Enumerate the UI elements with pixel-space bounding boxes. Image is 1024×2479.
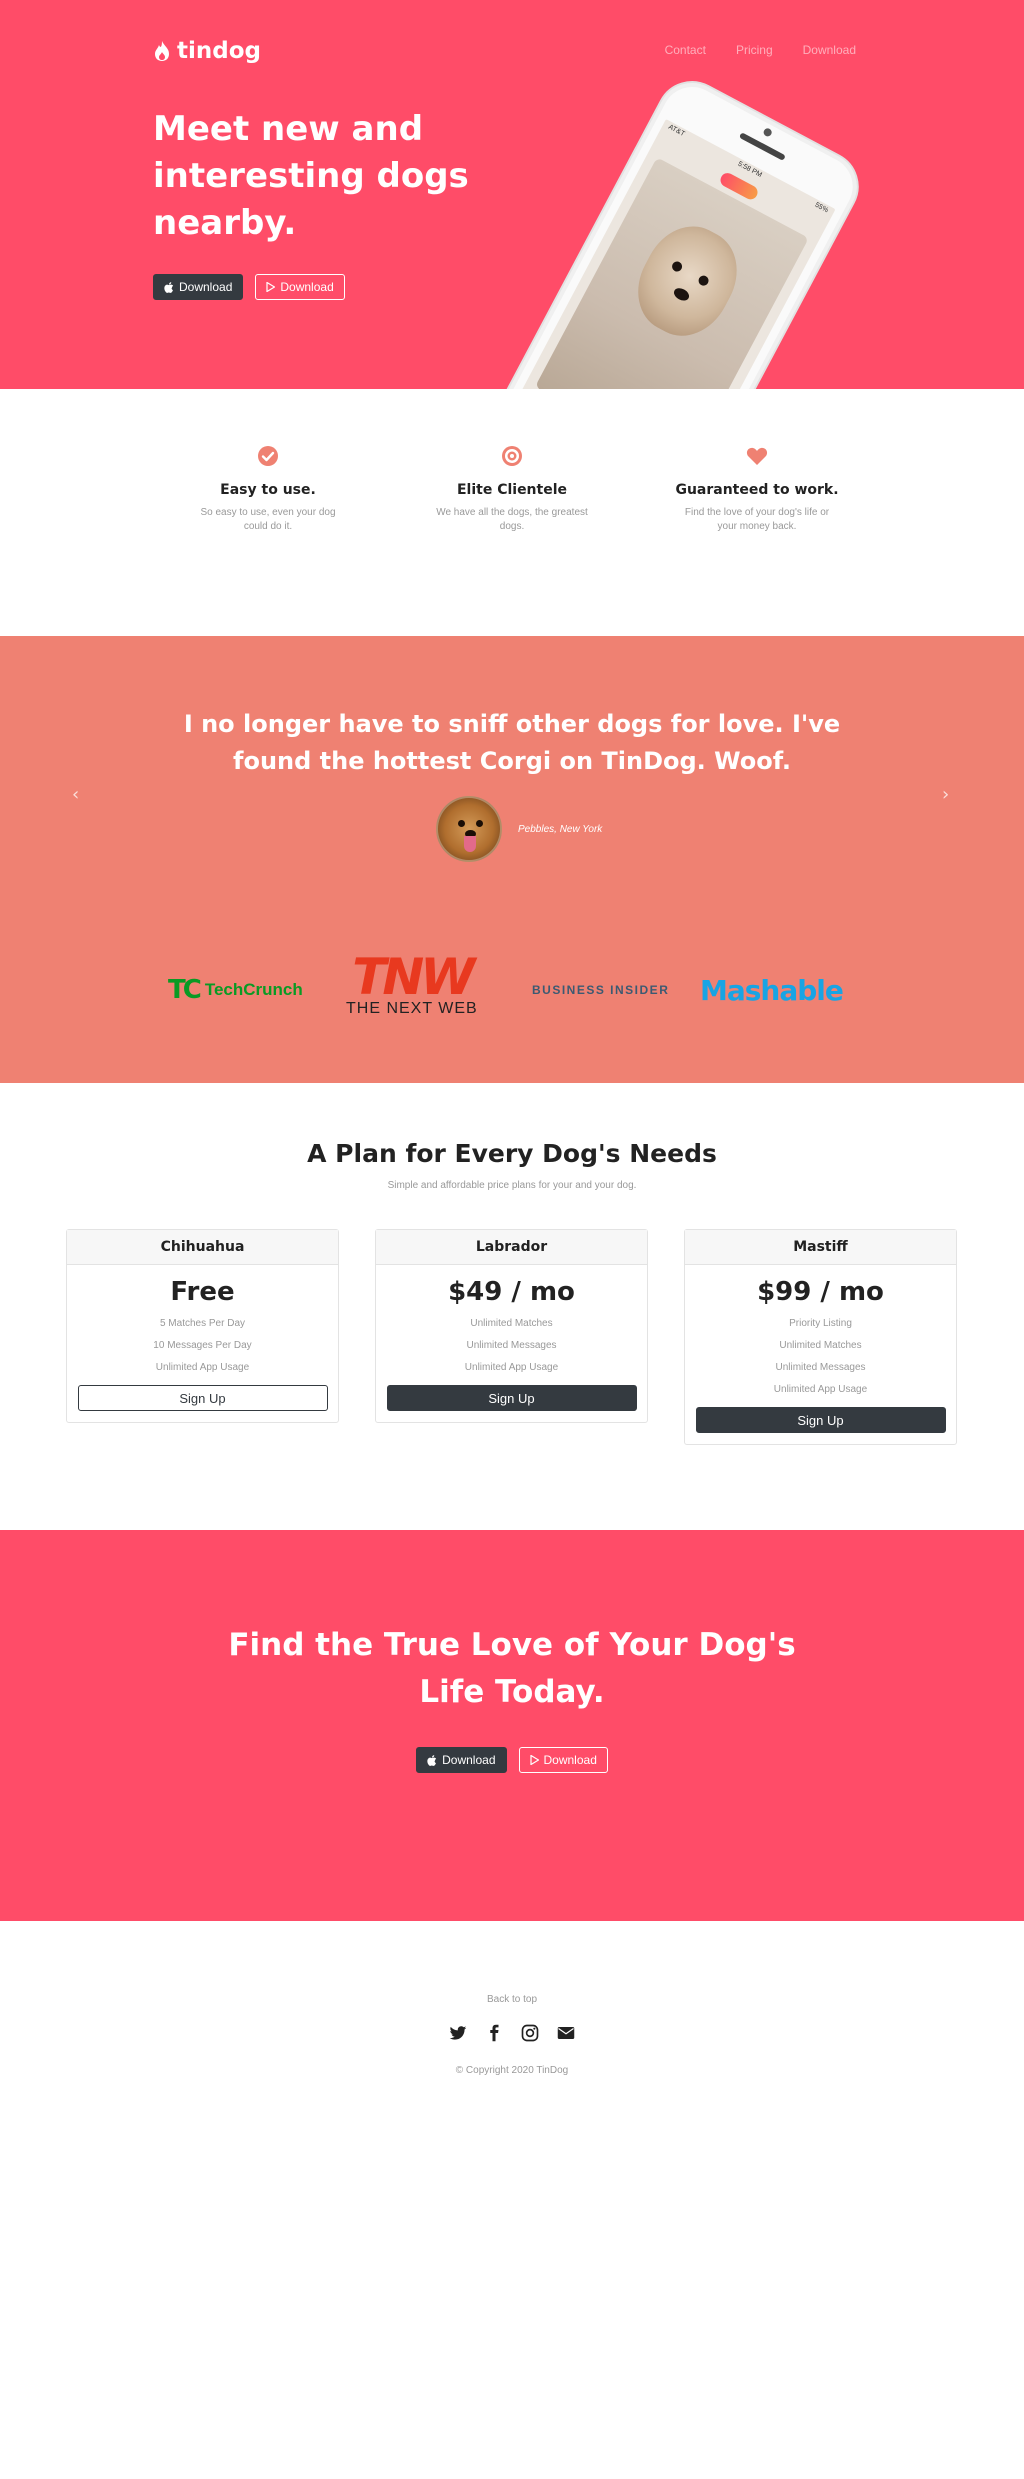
dog-eye-left [670,259,684,274]
plan-price: Free [170,1277,235,1307]
top-nav: Contact Pricing Download [665,43,856,57]
sign-up-button[interactable]: Sign Up [77,1385,328,1411]
plan-feature: 5 Matches Per Day [159,1318,246,1329]
sign-up-button[interactable]: Sign Up [695,1407,946,1433]
tnw-mark: TNW [352,948,475,1006]
avatar-eye-right [476,820,483,827]
apple-download-button[interactable]: Download [153,274,244,300]
facebook-icon[interactable] [485,2024,503,2042]
avatar-tongue [464,836,476,852]
hero-headline: Meet new and interesting dogs nearby. [153,109,469,243]
feature-elite: Elite Clientele We have all the dogs, th… [422,445,602,534]
pricing-subtitle: Simple and affordable price plans for yo… [387,1180,637,1191]
feature-easy: Easy to use. So easy to use, even your d… [178,445,358,534]
plan-feature: Unlimited App Usage [464,1362,559,1373]
brand-logo[interactable]: tindog [153,38,261,64]
testimonial-avatar [436,796,502,862]
plan-price: $49 / mo [448,1277,575,1307]
testimonial-section: ‹ › I no longer have to sniff other dogs… [0,636,1024,1083]
social-links [0,2024,1024,2042]
nav-link-download[interactable]: Download [803,43,856,57]
plan-feature: Unlimited App Usage [155,1362,250,1373]
plan-feature: Unlimited Messages [775,1362,866,1373]
feature-text: We have all the dogs, the greatest dogs. [436,507,588,532]
twitter-icon[interactable] [449,2024,467,2042]
carousel-next-arrow[interactable]: › [942,784,949,805]
nav-link-pricing[interactable]: Pricing [736,43,773,57]
plan-feature: Unlimited Messages [466,1340,557,1351]
bullseye-icon [502,446,522,466]
phone-speaker [738,132,786,161]
play-download-button[interactable]: Download [255,274,345,300]
cta-buttons: Download Download [0,1747,1024,1773]
envelope-icon[interactable] [557,2024,575,2042]
phone-screen: AT&T 5:58 PM 55% [511,119,836,389]
play-store-icon [266,282,276,292]
hero-buttons: Download Download [153,274,345,300]
tnw-text: THE NEXT WEB [346,1000,478,1017]
features-section: Easy to use. So easy to use, even your d… [0,389,1024,636]
apple-icon [427,1754,437,1766]
carousel-prev-arrow[interactable]: ‹ [72,784,79,805]
pricing-section: A Plan for Every Dog's Needs Simple and … [0,1083,1024,1530]
testimonial-quote: I no longer have to sniff other dogs for… [183,710,841,775]
avatar-eye-left [458,820,465,827]
play-download-label: Download [280,280,334,294]
feature-title: Guaranteed to work. [675,482,839,498]
feature-guaranteed: Guaranteed to work. Find the love of you… [667,445,847,534]
feature-title: Easy to use. [220,482,316,498]
cta-headline: Find the True Love of Your Dog's Life To… [228,1627,796,1710]
play-download-button[interactable]: Download [518,1747,608,1773]
back-to-top-link[interactable]: Back to top [0,1994,1024,2005]
feature-text: So easy to use, even your dog could do i… [200,507,336,532]
copyright-text: © Copyright 2020 TinDog [455,2065,569,2076]
brand-name: tindog [177,38,261,64]
plan-feature: Unlimited Matches [470,1318,553,1329]
plan-card-chihuahua: Chihuahua Free 5 Matches Per Day 10 Mess… [66,1229,339,1423]
plan-feature: Unlimited Matches [779,1340,862,1351]
dog-nose [671,285,692,303]
nav-link-contact[interactable]: Contact [665,43,706,57]
flame-icon [155,41,169,61]
dog-eye-right [696,273,711,288]
plan-feature: Unlimited App Usage [773,1384,868,1395]
plan-name: Chihuahua [67,1230,338,1265]
plan-name: Mastiff [685,1230,956,1265]
business-insider-logo: BUSINESS INSIDER [532,983,670,997]
apple-download-button[interactable]: Download [416,1747,507,1773]
apple-download-label: Download [179,280,233,294]
plan-card-labrador: Labrador $49 / mo Unlimited Matches Unli… [375,1229,648,1423]
feature-text: Find the love of your dog's life or your… [684,507,830,532]
sign-up-button[interactable]: Sign Up [386,1385,637,1411]
testimonial-attribution: Pebbles, New York [518,824,603,835]
techcrunch-mark: TC [168,975,202,1005]
dog-face-illustration [621,211,753,351]
cta-section: Find the True Love of Your Dog's Life To… [0,1530,1024,1921]
pricing-title: A Plan for Every Dog's Needs [307,1139,717,1168]
plan-price: $99 / mo [757,1277,884,1307]
play-store-icon [529,1755,539,1765]
apple-icon [164,281,174,293]
phone-camera [762,126,774,138]
phone-mockup: AT&T 5:58 PM 55% [484,68,872,389]
instagram-icon[interactable] [521,2024,539,2042]
plan-card-mastiff: Mastiff $99 / mo Priority Listing Unlimi… [684,1229,957,1445]
plan-feature: Priority Listing [789,1318,852,1329]
techcrunch-logo: TC TechCrunch [168,960,303,1020]
feature-title: Elite Clientele [456,482,568,498]
tnw-logo: TNW THE NEXT WEB [346,948,478,1017]
play-download-label: Download [543,1753,597,1767]
apple-download-label: Download [442,1753,496,1767]
mashable-logo: Mashable [700,973,844,1007]
hero-section: tindog Contact Pricing Download Meet new… [0,0,1024,389]
plan-feature: 10 Messages Per Day [153,1340,252,1351]
heart-icon [746,447,768,465]
plan-name: Labrador [376,1230,647,1265]
techcrunch-text: TechCrunch [204,980,303,999]
check-circle-icon [258,446,278,466]
footer: Back to top © Copyright 2020 TinDog [0,1921,1024,2479]
